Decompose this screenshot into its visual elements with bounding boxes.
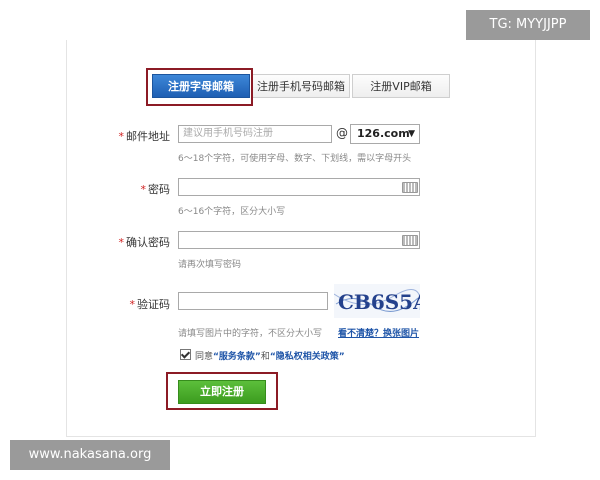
required-star: * <box>118 236 125 249</box>
email-domain-select[interactable]: 126.com ▼ <box>350 124 420 144</box>
password-hint: 6～16个字符，区分大小写 <box>178 207 286 217</box>
tab-phone-email[interactable]: 注册手机号码邮箱 <box>252 74 350 98</box>
agreement-row: 同意“服务条款”和“隐私权相关政策” <box>180 349 345 362</box>
captcha-hint: 请填写图片中的字符，不区分大小写 <box>178 329 323 339</box>
password-input[interactable] <box>178 178 420 196</box>
at-sign: @ <box>336 126 348 140</box>
email-input[interactable]: 建议用手机号码注册 <box>178 125 332 143</box>
tab-highlight-box <box>146 68 253 106</box>
captcha-input[interactable] <box>178 292 328 310</box>
watermark-bottom: www.nakasana.org <box>10 440 170 470</box>
confirm-password-label: * 确认密码 <box>118 236 171 249</box>
confirm-password-hint: 请再次填写密码 <box>178 260 242 270</box>
required-star: * <box>118 130 125 143</box>
required-star: * <box>129 298 136 311</box>
captcha-graphic: CB6S5A <box>333 289 429 314</box>
confirm-password-input[interactable] <box>178 231 420 249</box>
email-hint: 6～18个字符，可使用字母、数字、下划线，需以字母开头 <box>178 154 412 164</box>
keyboard-icon[interactable] <box>402 235 418 246</box>
watermark-top: TG: MYYJJPP <box>466 10 590 40</box>
dropdown-arrow-icon: ▼ <box>408 129 415 139</box>
keyboard-icon[interactable] <box>402 182 418 193</box>
captcha-text: CB6S5A <box>338 290 420 314</box>
required-star: * <box>140 183 147 196</box>
captcha-label: * 验证码 <box>129 298 171 311</box>
email-domain-value: 126.com <box>357 127 410 140</box>
tab-vip-email[interactable]: 注册VIP邮箱 <box>352 74 450 98</box>
terms-link[interactable]: “服务条款” <box>213 352 261 362</box>
refresh-captcha-link[interactable]: 看不清楚？换张图片 <box>338 326 419 339</box>
agreement-checkbox[interactable] <box>180 349 191 360</box>
submit-highlight-box <box>166 372 278 410</box>
privacy-link[interactable]: “隐私权相关政策” <box>270 352 345 362</box>
password-label: * 密码 <box>140 183 171 196</box>
captcha-image[interactable]: CB6S5A <box>333 284 429 318</box>
email-label: * 邮件地址 <box>118 130 171 143</box>
